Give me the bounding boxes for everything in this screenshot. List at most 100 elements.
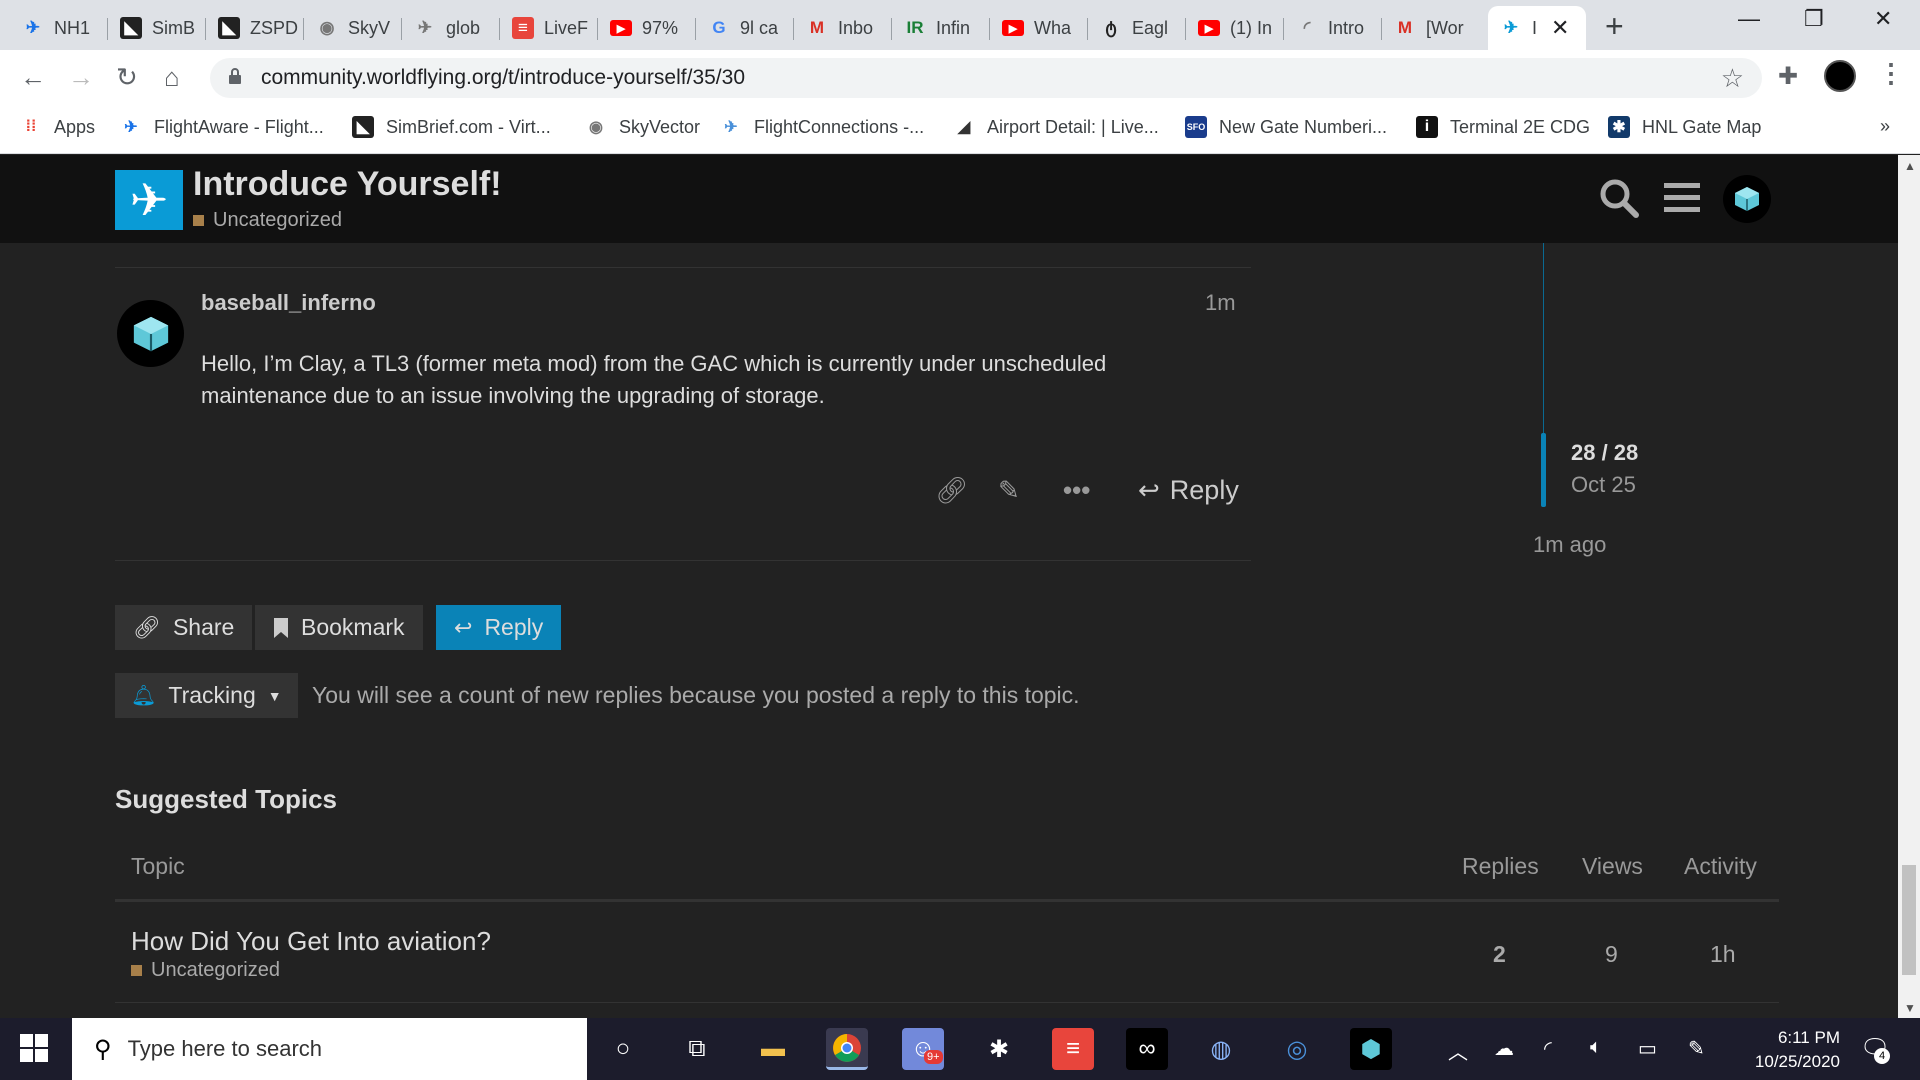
column-header-activity[interactable]: Activity <box>1684 853 1757 880</box>
column-header-views[interactable]: Views <box>1582 853 1643 880</box>
chrome-icon[interactable] <box>826 1028 868 1070</box>
close-window-button[interactable]: ✕ <box>1874 6 1892 32</box>
scroll-up-arrow-icon[interactable]: ▲ <box>1904 159 1916 173</box>
bookmark-simbrief[interactable]: ◣ SimBrief.com - Virt... <box>352 116 551 138</box>
volume-icon[interactable]: 🔈︎ <box>1590 1036 1602 1059</box>
share-link-icon[interactable]: 🔗︎ <box>935 475 968 506</box>
profile-avatar[interactable] <box>1824 60 1856 92</box>
minimize-button[interactable]: — <box>1738 6 1760 32</box>
suggested-topic-category[interactable]: Uncategorized <box>131 959 280 982</box>
back-arrow-icon[interactable]: ← <box>20 62 46 93</box>
liveflight-app-icon[interactable]: ≡ <box>1052 1028 1094 1070</box>
post-reply-button[interactable]: ↩ Reply <box>1138 475 1239 506</box>
address-bar[interactable]: community.worldflying.org/t/introduce-yo… <box>210 58 1762 98</box>
gmail-icon: M <box>1397 18 1413 37</box>
wifi-icon[interactable]: ◜ <box>1544 1036 1552 1061</box>
user-avatar[interactable] <box>1723 175 1771 223</box>
post-author-avatar[interactable] <box>117 300 184 367</box>
restore-button[interactable]: ❐ <box>1804 6 1824 32</box>
browser-tab[interactable]: ✈ glob <box>402 6 500 50</box>
bookmark-icon <box>274 617 288 638</box>
taskbar-search-box[interactable]: ⚲ Type here to search <box>72 1018 587 1080</box>
timeline-scroll-handle[interactable] <box>1541 433 1546 507</box>
browser-tab[interactable]: ▶ Wha <box>990 6 1088 50</box>
post-age[interactable]: 1m <box>1205 290 1236 316</box>
sfo-icon: SFO <box>1185 116 1207 138</box>
tray-overflow-icon[interactable]: ︿ <box>1448 1036 1468 1065</box>
close-tab-icon[interactable]: ✕ <box>1551 15 1569 41</box>
onedrive-cloud-icon[interactable]: ☁ <box>1494 1036 1514 1061</box>
suggested-topic-link[interactable]: How Did You Get Into aviation? <box>131 926 491 957</box>
browser-tab[interactable]: ◣ ZSPD <box>206 6 304 50</box>
category-color-swatch <box>131 965 142 976</box>
bookmark-airport-detail[interactable]: ◢ Airport Detail: | Live... <box>953 116 1159 138</box>
browser-tab[interactable]: ▶ 97% <box>598 6 696 50</box>
reload-icon[interactable]: ↻ <box>116 62 138 93</box>
bookmark-star-icon[interactable]: ☆ <box>1721 63 1744 94</box>
scrollbar-thumb[interactable] <box>1902 865 1916 975</box>
browser-menu-icon[interactable]: ⋮ <box>1878 58 1904 89</box>
task-view-icon[interactable]: ⧉ <box>676 1028 718 1070</box>
bookmark-flightconnections[interactable]: ✈ FlightConnections -... <box>720 116 924 138</box>
browser-tab[interactable]: ◜ Intro <box>1284 6 1382 50</box>
windows-start-icon[interactable] <box>20 1034 48 1062</box>
bookmark-skyvector[interactable]: ◉ SkyVector <box>585 116 700 138</box>
edit-pencil-icon[interactable]: ✎ <box>998 475 1020 506</box>
network-app-icon[interactable]: ◎ <box>1276 1028 1318 1070</box>
bookmark-button[interactable]: Bookmark <box>255 605 423 650</box>
bookmark-terminal-2e[interactable]: i Terminal 2E CDG <box>1416 116 1590 138</box>
browser-tab[interactable]: ◉ SkyV <box>304 6 402 50</box>
globe-app-icon[interactable]: ◍ <box>1200 1028 1242 1070</box>
timeline-last-activity[interactable]: 1m ago <box>1533 532 1606 558</box>
bookmark-label: New Gate Numberi... <box>1219 116 1388 137</box>
browser-tab[interactable]: M [Wor <box>1382 6 1480 50</box>
battery-icon[interactable]: ▭ <box>1638 1036 1657 1061</box>
home-icon[interactable]: ⌂ <box>164 62 180 93</box>
hamburger-menu-icon[interactable] <box>1664 177 1700 217</box>
slack-icon[interactable]: ✱ <box>978 1028 1020 1070</box>
share-button[interactable]: 🔗︎ Share <box>115 605 253 650</box>
notification-level-dropdown[interactable]: 🔔︎ Tracking ▼ <box>115 673 298 718</box>
reply-label: Reply <box>484 614 544 640</box>
browser-tab[interactable]: IR Infin <box>892 6 990 50</box>
topic-title[interactable]: Introduce Yourself! <box>193 165 502 204</box>
bookmark-label: Apps <box>54 116 96 137</box>
search-icon[interactable] <box>1598 177 1640 219</box>
forward-arrow-icon[interactable]: → <box>68 62 94 93</box>
browser-tab[interactable]: ▶ (1) In <box>1186 6 1284 50</box>
pen-icon[interactable]: ✎ <box>1688 1036 1705 1061</box>
browser-tab[interactable]: ✈ NH1 <box>10 6 108 50</box>
bookmark-new-gate[interactable]: SFO New Gate Numberi... <box>1185 116 1387 138</box>
browser-tab[interactable]: ◣ SimB <box>108 6 206 50</box>
apps-grid-icon: ⁞⁞ <box>25 118 37 135</box>
site-logo[interactable]: ✈ <box>115 170 183 230</box>
new-tab-button[interactable]: + <box>1605 8 1624 45</box>
bookmark-apps[interactable]: ⁞⁞ Apps <box>20 116 95 138</box>
bookmarks-overflow-button[interactable]: » <box>1880 116 1890 137</box>
action-center-icon[interactable]: 🗨︎ 4 <box>1860 1034 1890 1064</box>
topic-category[interactable]: Uncategorized <box>193 209 342 232</box>
topic-reply-button[interactable]: ↩ Reply <box>436 605 562 650</box>
file-explorer-icon[interactable]: ▬ <box>752 1028 794 1070</box>
column-header-replies[interactable]: Replies <box>1462 853 1539 880</box>
browser-tab[interactable]: ≡ LiveF <box>500 6 598 50</box>
plane-icon: ✈ <box>25 18 41 37</box>
tab-title: Wha <box>1034 17 1072 38</box>
bookmark-label: FlightAware - Flight... <box>154 116 324 137</box>
browser-tab-active[interactable]: ✈ I ✕ <box>1488 6 1586 50</box>
browser-tab[interactable]: M Inbo <box>794 6 892 50</box>
page-scrollbar[interactable]: ▲ ▼ <box>1898 155 1920 1018</box>
post-username[interactable]: baseball_inferno <box>201 290 376 316</box>
cube-app-icon[interactable]: ⬢ <box>1350 1028 1392 1070</box>
browser-tab[interactable]: G 9l ca <box>696 6 794 50</box>
infinite-flight-icon[interactable]: ∞ <box>1126 1028 1168 1070</box>
cortana-circle-icon[interactable]: ○ <box>602 1028 644 1070</box>
taskbar-clock[interactable]: 6:11 PM 10/25/2020 <box>1740 1026 1840 1074</box>
more-actions-icon[interactable]: ••• <box>1063 475 1090 506</box>
scroll-down-arrow-icon[interactable]: ▼ <box>1904 1001 1916 1015</box>
topic-activity[interactable]: 1h <box>1710 941 1736 968</box>
bookmark-flightaware[interactable]: ✈ FlightAware - Flight... <box>120 116 324 138</box>
bookmark-hnl-gate-map[interactable]: ✱ HNL Gate Map <box>1608 116 1761 138</box>
extensions-puzzle-icon[interactable]: ✚ <box>1778 62 1798 91</box>
browser-tab[interactable]: ტ Eagl <box>1088 6 1186 50</box>
